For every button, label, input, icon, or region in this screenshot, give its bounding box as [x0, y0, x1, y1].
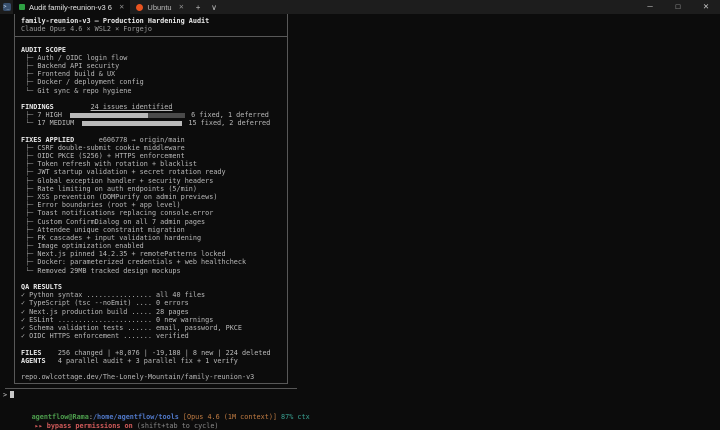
- fixes-heading: FIXES APPLIED e606778 → origin/main: [21, 135, 185, 144]
- statusbar-line2: ▸▸ bypass permissions on (shift+tab to cyc…: [10, 413, 219, 430]
- titlebar: >_ Audit family-reunion-v3 6 ✕ Ubuntu ✕ …: [0, 0, 720, 14]
- report-header: family-reunion-v3 — Production Hardening…: [15, 14, 287, 38]
- terminal-window: >_ Audit family-reunion-v3 6 ✕ Ubuntu ✕ …: [0, 0, 720, 430]
- fix-item: ├─ XSS prevention (DOMPurify on admin pr…: [21, 192, 218, 201]
- report-body: AUDIT SCOPE ├─ Auth / OIDC login flow ├─…: [15, 37, 287, 383]
- findings-bar-fixed: [82, 120, 183, 126]
- scope-item: └─ Git sync & repo hygiene: [21, 86, 132, 95]
- fix-item: ├─ JWT startup validation + secret rotat…: [21, 168, 226, 177]
- repo-link: repo.owlcottage.dev/The-Lonely-Mountain/…: [21, 373, 255, 382]
- tab-audit[interactable]: Audit family-reunion-v3 6 ✕: [13, 0, 131, 14]
- findings-bar-deferred: [148, 112, 186, 118]
- prompt-input[interactable]: >: [3, 391, 15, 400]
- permission-mode: bypass permissions on: [46, 421, 133, 430]
- tab-audit-close-icon[interactable]: ✕: [119, 3, 124, 11]
- fix-item: ├─ OIDC PKCE (S256) + HTTPS enforcement: [21, 152, 185, 160]
- terminal-app-icon: >_: [2, 3, 11, 11]
- fix-item: ├─ Global exception handler + security h…: [21, 176, 214, 185]
- files-summary: FILES 256 changed | +8,076 | -19,188 | 8…: [21, 348, 271, 357]
- close-button[interactable]: ✕: [692, 0, 720, 14]
- scope-item: ├─ Auth / OIDC login flow: [21, 53, 128, 62]
- findings-bar-fixed: [70, 112, 149, 118]
- qa-item: ✓ Next.js production build ..... 28 page…: [21, 307, 189, 316]
- fix-item: ├─ FK cascades + input validation harden…: [21, 233, 202, 242]
- maximize-button[interactable]: □: [664, 0, 692, 14]
- qa-item: ✓ Python syntax ................ all 40 …: [21, 291, 206, 300]
- fix-item: ├─ Docker: parameterized credentials + w…: [21, 258, 247, 267]
- findings-heading: FINDINGS 24 issues identified: [21, 102, 173, 111]
- findings-row: ├─ 7 HIGH 6 fixed, 1 deferred: [21, 111, 269, 120]
- titlebar-drag-area: [222, 0, 636, 14]
- scope-heading: AUDIT SCOPE: [21, 45, 67, 54]
- cursor: [10, 391, 15, 398]
- fix-item: ├─ Custom ConfirmDialog on all 7 admin p…: [21, 217, 206, 226]
- mode-arrows-icon: ▸▸: [34, 421, 43, 430]
- qa-heading: QA RESULTS: [21, 283, 62, 291]
- fix-item: ├─ Error boundaries (root + app level): [21, 201, 181, 210]
- window-icon: >_: [0, 0, 13, 14]
- fix-item: ├─ Next.js pinned 14.2.35 + remotePatter…: [21, 250, 226, 259]
- minimize-button[interactable]: ─: [636, 0, 664, 14]
- mode-hint: (shift+tab to cycle): [136, 421, 219, 430]
- qa-item: ✓ TypeScript (tsc --noEmit) .... 0 error…: [21, 299, 189, 308]
- audit-report-box: family-reunion-v3 — Production Hardening…: [14, 14, 288, 385]
- scope-item: ├─ Frontend build & UX: [21, 70, 116, 79]
- fix-item: ├─ CSRF double-submit cookie middleware: [21, 143, 185, 152]
- qa-item: ✓ ESLint ....................... 0 new w…: [21, 315, 214, 324]
- tab-ubuntu-close-icon[interactable]: ✕: [179, 3, 184, 11]
- qa-item: ✓ OIDC HTTPS enforcement ....... verifie…: [21, 332, 189, 341]
- tab-ubuntu-label: Ubuntu: [147, 2, 172, 12]
- tab-dropdown-button[interactable]: ∨: [206, 0, 222, 14]
- fix-item: └─ Removed 29MB tracked design mockups: [21, 266, 181, 275]
- ubuntu-icon: [136, 3, 144, 11]
- qa-item: ✓ Schema validation tests ...... email, …: [21, 323, 242, 332]
- context-usage: 87% ctx: [281, 412, 310, 421]
- scope-item: ├─ Backend API security: [21, 61, 120, 70]
- report-title: family-reunion-v3 — Production Hardening…: [21, 17, 210, 25]
- tab-audit-label: Audit family-reunion-v3 6: [29, 2, 112, 12]
- report-subtitle: Claude Opus 4.6 × WSL2 × Forgejo: [21, 25, 152, 34]
- fix-item: ├─ Rate limiting on auth endpoints (5/mi…: [21, 184, 197, 193]
- findings-row: └─ 17 MEDIUM 15 fixed, 2 deferred: [21, 119, 271, 128]
- prompt-symbol: >: [3, 391, 8, 399]
- tab-ubuntu[interactable]: Ubuntu ✕: [130, 0, 190, 14]
- new-tab-button[interactable]: +: [190, 0, 206, 14]
- fix-item: ├─ Toast notifications replacing console…: [21, 209, 214, 218]
- agents-summary: AGENTS 4 parallel audit + 3 parallel fix…: [21, 356, 238, 365]
- terminal-output: family-reunion-v3 — Production Hardening…: [0, 14, 720, 430]
- fix-item: ├─ Token refresh with rotation + blackli…: [21, 160, 197, 169]
- statusbar-line1: agentflow@Rama:/home/agentflow/tools [Opu…: [7, 404, 310, 421]
- tab-audit-icon: [19, 4, 25, 10]
- input-separator: [5, 388, 297, 389]
- window-controls: ─ □ ✕: [636, 0, 720, 14]
- fix-item: ├─ Image optimization enabled: [21, 242, 144, 251]
- fix-item: ├─ Attendee unique constraint migration: [21, 225, 185, 234]
- scope-item: ├─ Docker / deployment config: [21, 78, 144, 87]
